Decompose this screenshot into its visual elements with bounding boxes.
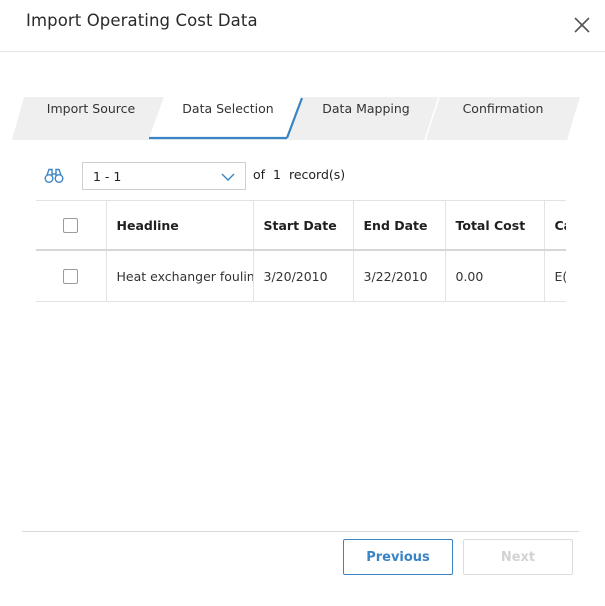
page-range-value: 1 - 1 <box>93 169 122 184</box>
chevron-down-icon <box>221 173 235 181</box>
record-count-unit: record(s) <box>288 167 346 182</box>
cell-headline: Heat exchanger fouling <box>106 250 254 302</box>
next-button[interactable]: Next <box>463 539 573 575</box>
column-header-end-date[interactable]: End Date <box>353 200 446 251</box>
cell-total-cost: 0.00 <box>445 250 545 302</box>
record-count: of 1 record(s) <box>253 167 345 182</box>
column-header-start-date[interactable]: Start Date <box>253 200 354 251</box>
record-count-of: of <box>253 167 266 182</box>
page-range-select[interactable]: 1 - 1 <box>82 162 246 190</box>
cell-truncated: E( <box>544 250 566 302</box>
footer-divider <box>22 531 579 532</box>
step-data-mapping[interactable]: Data Mapping <box>308 97 424 140</box>
column-header-headline[interactable]: Headline <box>106 200 254 251</box>
dialog-title: Import Operating Cost Data <box>26 11 258 30</box>
wizard-stepper: Import Source Data Selection Data Mappin… <box>12 97 580 140</box>
column-header-total-cost[interactable]: Total Cost <box>445 200 545 251</box>
data-grid: Headline Start Date End Date Total Cost … <box>36 200 566 302</box>
grid-toolbar: 1 - 1 of 1 record(s) <box>36 162 566 192</box>
previous-button[interactable]: Previous <box>343 539 453 575</box>
step-import-source[interactable]: Import Source <box>36 97 146 140</box>
close-icon[interactable] <box>571 14 593 36</box>
binoculars-icon[interactable] <box>44 168 64 184</box>
step-data-selection[interactable]: Data Selection <box>170 97 286 140</box>
row-checkbox[interactable] <box>63 269 79 284</box>
select-all-cell <box>36 200 107 251</box>
select-all-checkbox[interactable] <box>63 218 79 233</box>
cell-start-date: 3/20/2010 <box>253 250 354 302</box>
records-table: Headline Start Date End Date Total Cost … <box>36 200 566 302</box>
cell-end-date: 3/22/2010 <box>353 250 446 302</box>
dialog-header: Import Operating Cost Data <box>0 0 605 52</box>
table-row[interactable]: Heat exchanger fouling 3/20/2010 3/22/20… <box>36 250 566 302</box>
step-confirmation[interactable]: Confirmation <box>444 97 562 140</box>
table-header-row: Headline Start Date End Date Total Cost … <box>36 200 566 251</box>
row-select-cell <box>36 250 107 302</box>
record-count-total: 1 <box>273 167 281 182</box>
column-header-truncated[interactable]: Ca <box>544 200 566 251</box>
